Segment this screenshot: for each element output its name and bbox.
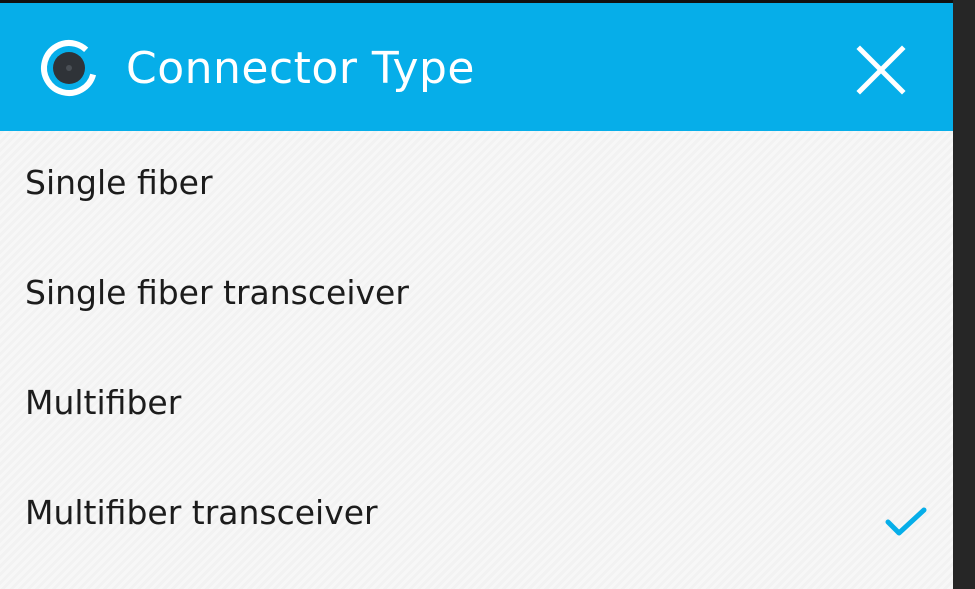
option-label: Single fiber transceiver — [25, 273, 409, 312]
close-icon[interactable] — [846, 35, 916, 105]
option-label: Multifiber transceiver — [25, 493, 378, 532]
option-label: Single fiber — [25, 163, 213, 202]
connector-type-list: Single fiber Single fiber transceiver Mu… — [0, 131, 953, 571]
option-single-fiber-transceiver[interactable]: Single fiber transceiver — [0, 241, 953, 351]
dialog-title: Connector Type — [126, 43, 475, 94]
option-single-fiber[interactable]: Single fiber — [0, 131, 953, 241]
background-edge — [953, 0, 975, 589]
option-multifiber[interactable]: Multifiber — [0, 351, 953, 461]
option-multifiber-transceiver[interactable]: Multifiber transceiver — [0, 461, 953, 571]
connector-type-dialog: Connector Type Single fiber Single fiber… — [0, 0, 953, 589]
dialog-header: Connector Type — [0, 0, 953, 131]
app-logo-icon — [41, 40, 97, 96]
check-icon — [885, 507, 927, 536]
option-label: Multifiber — [25, 383, 182, 422]
